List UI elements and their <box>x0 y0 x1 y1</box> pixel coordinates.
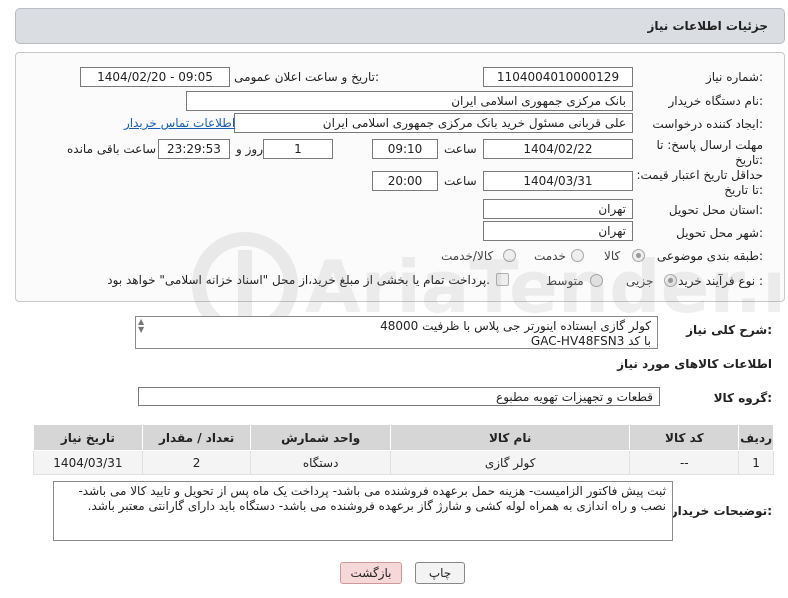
description-textarea[interactable]: کولر گازی ایستاده اینورتر جی پلاس با ظرف… <box>135 316 658 349</box>
print-button[interactable]: چاپ <box>415 562 465 584</box>
column-header-name: نام کالا <box>389 424 631 451</box>
reply-time-label: ساعت <box>444 142 477 156</box>
column-header-need-date: تاریخ نیاز <box>33 424 143 451</box>
creator-field[interactable]: علی قربانی مسئول خرید بانک مرکزی جمهوری … <box>234 113 633 133</box>
creator-label: ایجاد کننده درخواست: <box>652 117 763 131</box>
buyer-notes-label: توضیحات خریدار: <box>670 504 772 518</box>
reply-date-field[interactable]: 1404/02/22 <box>483 139 633 159</box>
price-time-field[interactable]: 20:00 <box>372 171 438 191</box>
category-goods-radio[interactable] <box>632 249 645 262</box>
need-number-label: شماره نیاز: <box>705 70 763 84</box>
cell-code: -- <box>629 450 740 475</box>
column-header-quantity: تعداد / مقدار <box>141 424 252 451</box>
category-both-label: کالا/خدمت <box>441 249 494 263</box>
province-field[interactable]: تهران <box>483 199 633 219</box>
column-header-code: کد کالا <box>629 424 740 451</box>
cell-quantity: 2 <box>141 450 252 475</box>
table-row[interactable]: 1 -- کولر گازی دستگاه 2 1404/03/31 <box>33 450 774 475</box>
province-label: استان محل تحویل: <box>668 203 763 217</box>
purchase-medium-radio[interactable] <box>590 274 603 287</box>
remaining-label: ساعت باقی مانده <box>67 142 157 156</box>
contact-info-link[interactable]: اطلاعات تماس خریدار <box>124 116 235 130</box>
announce-label: تاریخ و ساعت اعلان عمومی: <box>234 70 379 84</box>
description-line-2: با کد GAC-HV48FSN3 <box>530 334 651 348</box>
treasury-payment-checkbox[interactable] <box>496 273 509 286</box>
cell-need-date: 1404/03/31 <box>33 450 143 475</box>
city-label: شهر محل تحویل: <box>676 226 763 240</box>
reply-deadline-label: مهلت ارسال پاسخ: تا تاریخ: <box>656 138 763 167</box>
description-line-1: کولر گازی ایستاده اینورتر جی پلاس با ظرف… <box>380 319 651 333</box>
cell-name: کولر گازی <box>389 450 631 475</box>
purchase-minor-radio[interactable] <box>664 274 677 287</box>
need-number-field[interactable]: 1104004010000129 <box>483 67 633 87</box>
page-title: جزئیات اطلاعات نیاز <box>647 19 768 33</box>
column-header-row-number: ردیف <box>738 424 774 451</box>
goods-group-field[interactable]: قطعات و تجهیزات تهویه مطبوع <box>138 387 660 406</box>
buyer-org-field[interactable]: بانک مرکزی جمهوری اسلامی ایران <box>186 91 633 111</box>
page-header: جزئیات اطلاعات نیاز <box>15 8 785 44</box>
category-label: طبقه بندی موضوعی: <box>656 249 763 263</box>
goods-info-title: اطلاعات کالاهای مورد نیاز <box>617 357 772 371</box>
buyer-notes-textarea[interactable]: ثبت پیش فاکتور الزامیست- هزینه حمل برعهد… <box>53 481 673 541</box>
buyer-org-label: نام دستگاه خریدار: <box>668 94 764 108</box>
cell-row-number: 1 <box>738 450 774 475</box>
purchase-medium-label: متوسط <box>546 274 584 288</box>
category-both-radio[interactable] <box>503 249 516 262</box>
textarea-scroll-arrows[interactable]: ▲ ▼ <box>138 318 144 334</box>
purchase-type-label: نوع فرآیند خرید : <box>678 274 763 288</box>
purchase-minor-label: جزیی <box>626 274 654 288</box>
back-button[interactable]: بازگشت <box>340 562 402 584</box>
price-date-field[interactable]: 1404/03/31 <box>483 171 633 191</box>
days-label: روز و <box>236 142 263 156</box>
price-time-label: ساعت <box>444 174 477 188</box>
column-header-unit: واحد شمارش <box>250 424 391 451</box>
announce-field[interactable]: 1404/02/20 - 09:05 <box>80 67 230 87</box>
treasury-payment-note: پرداخت تمام یا بخشی از مبلغ خرید،از محل … <box>107 273 490 287</box>
cell-unit: دستگاه <box>250 450 391 475</box>
price-validity-label: حداقل تاریخ اعتبار قیمت: تا تاریخ: <box>636 168 763 197</box>
description-label: شرح کلی نیاز: <box>686 323 772 337</box>
days-field[interactable]: 1 <box>263 139 333 159</box>
city-field[interactable]: تهران <box>483 221 633 241</box>
category-service-label: خدمت <box>534 249 566 263</box>
reply-time-field[interactable]: 09:10 <box>372 139 438 159</box>
items-table: ردیف کد کالا نام کالا واحد شمارش تعداد /… <box>33 424 774 475</box>
category-goods-label: کالا <box>604 249 621 263</box>
remaining-time-field[interactable]: 23:29:53 <box>158 139 230 159</box>
table-header-row: ردیف کد کالا نام کالا واحد شمارش تعداد /… <box>33 424 774 451</box>
category-service-radio[interactable] <box>571 249 584 262</box>
goods-group-label: گروه کالا: <box>713 391 772 405</box>
